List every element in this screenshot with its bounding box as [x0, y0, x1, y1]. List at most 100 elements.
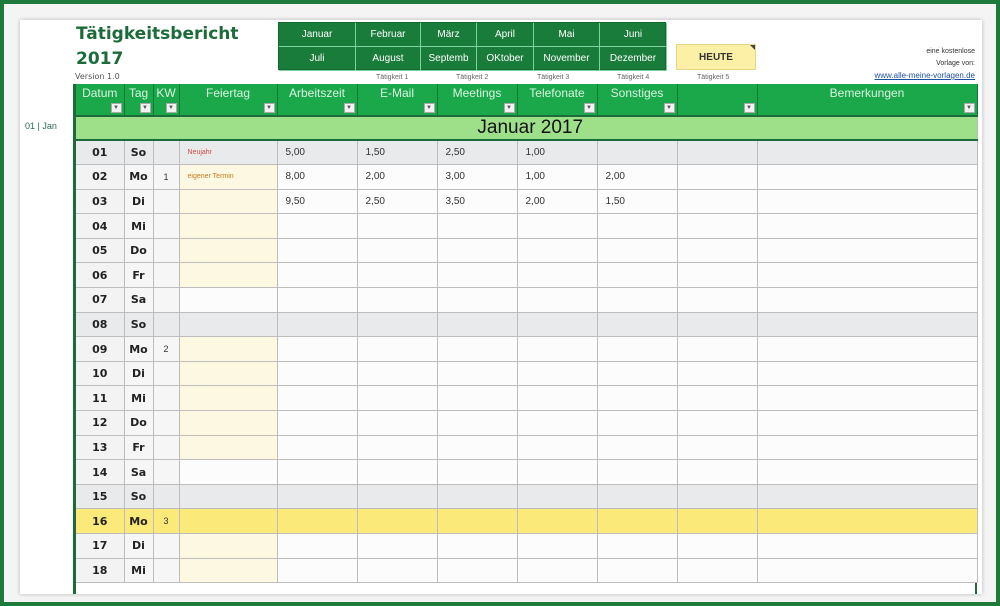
filter-dropdown-icon[interactable]: ▼ — [583, 103, 595, 113]
cell-sonstiges[interactable] — [597, 312, 678, 338]
cell-holiday[interactable] — [179, 459, 278, 485]
cell-holiday[interactable] — [179, 435, 278, 461]
cell-kw[interactable] — [153, 533, 180, 559]
cell-arbeitszeit[interactable] — [277, 262, 358, 289]
cell-extra[interactable] — [677, 164, 758, 190]
cell-meetings[interactable] — [437, 410, 518, 436]
cell-extra[interactable] — [677, 533, 758, 559]
cell-arbeitszeit[interactable]: 8,00 — [277, 164, 358, 190]
cell-day[interactable]: Di — [124, 533, 154, 559]
cell-holiday[interactable] — [179, 533, 278, 559]
cell-arbeitszeit[interactable] — [277, 435, 358, 461]
cell-kw[interactable] — [153, 410, 180, 436]
cell-holiday[interactable] — [179, 558, 278, 584]
month-button-4[interactable]: April — [477, 23, 534, 47]
month-button-9[interactable]: Septemb — [421, 47, 477, 71]
cell-sonstiges[interactable]: 1,50 — [597, 189, 678, 215]
cell-telefonate[interactable]: 1,00 — [517, 164, 598, 190]
cell-holiday[interactable] — [179, 213, 278, 239]
filter-dropdown-icon[interactable]: ▼ — [343, 103, 355, 113]
cell-telefonate[interactable]: 2,00 — [517, 189, 598, 215]
month-button-11[interactable]: November — [534, 47, 600, 71]
month-button-5[interactable]: Mai — [534, 23, 600, 47]
filter-dropdown-icon[interactable]: ▼ — [110, 103, 122, 113]
cell-day[interactable]: Di — [124, 361, 154, 387]
cell-email[interactable] — [357, 435, 438, 461]
cell-extra[interactable] — [677, 312, 758, 338]
cell-sonstiges[interactable] — [597, 484, 678, 510]
cell-bemerkungen[interactable] — [757, 164, 978, 190]
cell-sonstiges[interactable] — [597, 459, 678, 485]
filter-dropdown-icon[interactable]: ▼ — [139, 103, 151, 113]
cell-meetings[interactable] — [437, 336, 518, 362]
filter-dropdown-icon[interactable]: ▼ — [963, 103, 975, 113]
cell-holiday[interactable] — [179, 508, 278, 534]
filter-dropdown-icon[interactable]: ▼ — [503, 103, 515, 113]
cell-holiday[interactable] — [179, 410, 278, 436]
cell-extra[interactable] — [677, 361, 758, 387]
cell-bemerkungen[interactable] — [757, 558, 978, 584]
cell-email[interactable] — [357, 459, 438, 485]
cell-sonstiges[interactable] — [597, 558, 678, 584]
cell-holiday[interactable]: eigener Termin — [179, 164, 278, 190]
cell-email[interactable] — [357, 287, 438, 313]
cell-telefonate[interactable] — [517, 312, 598, 338]
cell-meetings[interactable] — [437, 484, 518, 510]
cell-bemerkungen[interactable] — [757, 435, 978, 461]
cell-sonstiges[interactable] — [597, 287, 678, 313]
cell-extra[interactable] — [677, 140, 758, 166]
cell-extra[interactable] — [677, 262, 758, 289]
cell-date[interactable]: 07 — [76, 287, 125, 313]
cell-day[interactable]: Di — [124, 189, 154, 215]
cell-date[interactable]: 15 — [76, 484, 125, 510]
cell-meetings[interactable] — [437, 238, 518, 264]
cell-holiday[interactable] — [179, 361, 278, 387]
month-button-12[interactable]: Dezember — [600, 47, 667, 71]
cell-meetings[interactable] — [437, 213, 518, 239]
cell-arbeitszeit[interactable] — [277, 459, 358, 485]
cell-sonstiges[interactable] — [597, 213, 678, 239]
cell-holiday[interactable] — [179, 262, 278, 289]
month-button-3[interactable]: März — [421, 23, 477, 47]
cell-telefonate[interactable] — [517, 410, 598, 436]
cell-bemerkungen[interactable] — [757, 262, 978, 289]
cell-bemerkungen[interactable] — [757, 459, 978, 485]
cell-bemerkungen[interactable] — [757, 533, 978, 559]
cell-arbeitszeit[interactable] — [277, 508, 358, 534]
cell-arbeitszeit[interactable] — [277, 238, 358, 264]
cell-arbeitszeit[interactable]: 5,00 — [277, 140, 358, 166]
cell-day[interactable]: Fr — [124, 262, 154, 289]
cell-meetings[interactable] — [437, 508, 518, 534]
cell-telefonate[interactable] — [517, 508, 598, 534]
cell-bemerkungen[interactable] — [757, 508, 978, 534]
cell-sonstiges[interactable]: 2,00 — [597, 164, 678, 190]
cell-arbeitszeit[interactable] — [277, 385, 358, 412]
filter-dropdown-icon[interactable]: ▼ — [743, 103, 755, 113]
cell-telefonate[interactable] — [517, 385, 598, 412]
filter-dropdown-icon[interactable]: ▼ — [663, 103, 675, 113]
cell-meetings[interactable] — [437, 262, 518, 289]
cell-holiday[interactable]: Neujahr — [179, 140, 278, 166]
cell-email[interactable] — [357, 213, 438, 239]
cell-date[interactable]: 14 — [76, 459, 125, 485]
cell-bemerkungen[interactable] — [757, 385, 978, 412]
cell-date[interactable]: 06 — [76, 262, 125, 289]
cell-email[interactable] — [357, 312, 438, 338]
cell-telefonate[interactable] — [517, 287, 598, 313]
cell-arbeitszeit[interactable] — [277, 361, 358, 387]
cell-day[interactable]: Mi — [124, 213, 154, 239]
cell-date[interactable]: 09 — [76, 336, 125, 362]
cell-date[interactable]: 01 — [76, 140, 125, 166]
cell-telefonate[interactable] — [517, 459, 598, 485]
cell-meetings[interactable] — [437, 459, 518, 485]
cell-email[interactable] — [357, 558, 438, 584]
cell-holiday[interactable] — [179, 189, 278, 215]
cell-date[interactable]: 17 — [76, 533, 125, 559]
cell-email[interactable] — [357, 533, 438, 559]
cell-kw[interactable] — [153, 361, 180, 387]
cell-email[interactable] — [357, 385, 438, 412]
cell-meetings[interactable]: 2,50 — [437, 140, 518, 166]
cell-date[interactable]: 11 — [76, 385, 125, 412]
cell-telefonate[interactable] — [517, 435, 598, 461]
cell-sonstiges[interactable] — [597, 140, 678, 166]
